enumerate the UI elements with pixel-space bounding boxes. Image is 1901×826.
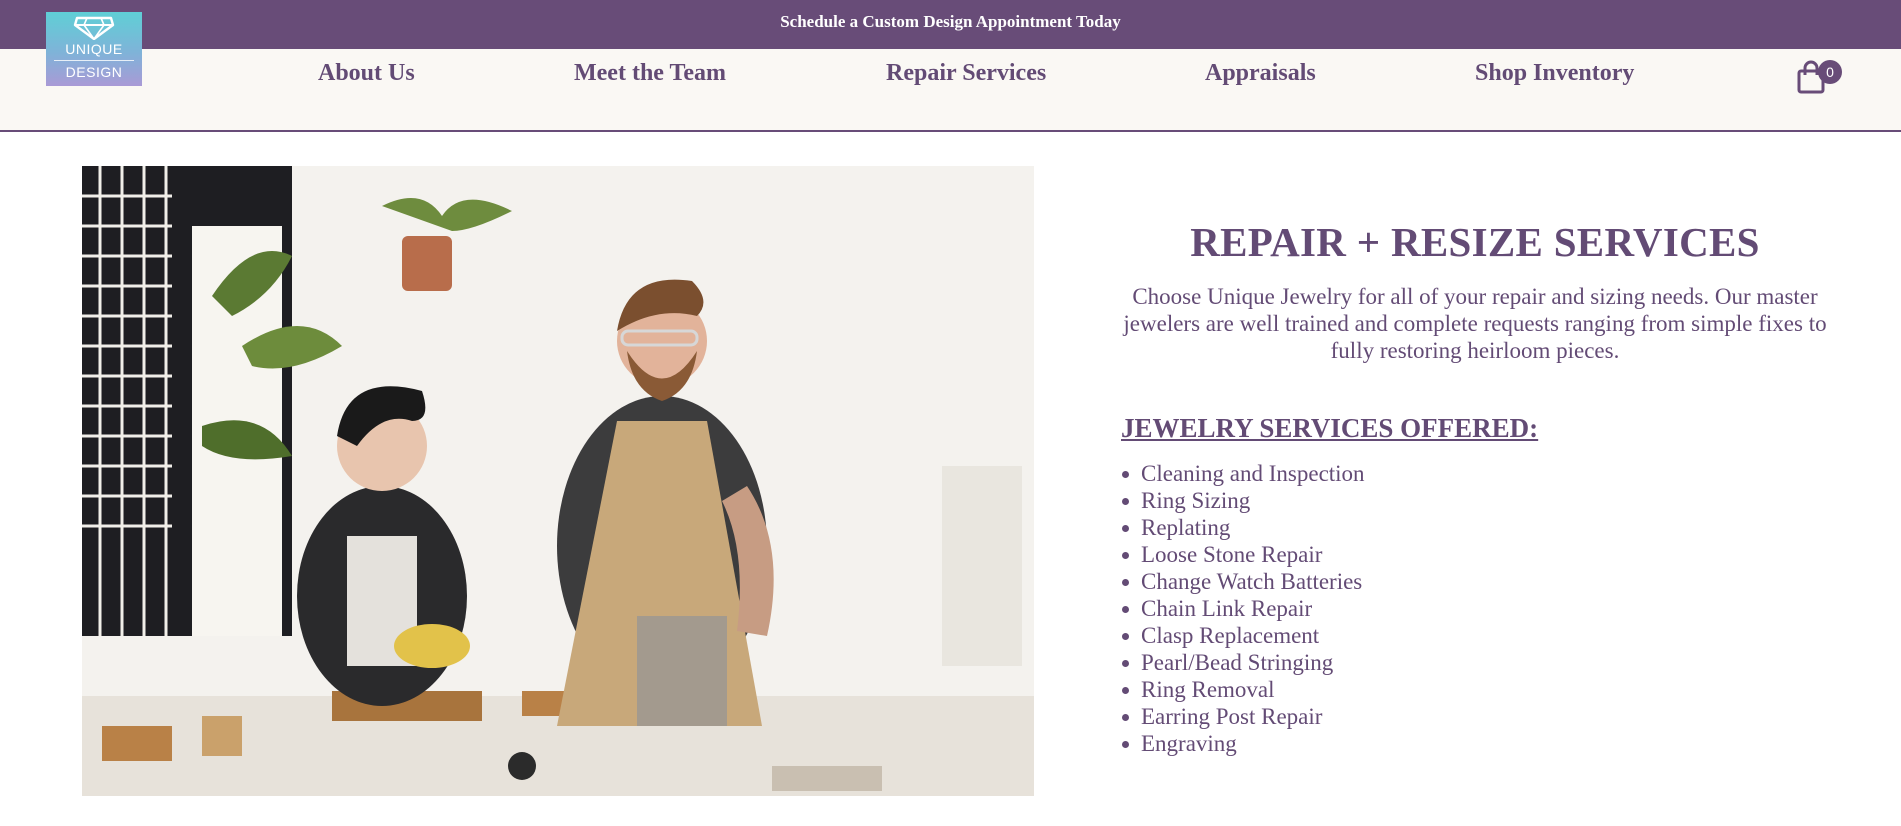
service-item: Engraving [1121,730,1365,757]
nav-shop-inventory[interactable]: Shop Inventory [1475,58,1634,88]
bullet-icon [1122,660,1129,667]
service-label: Ring Removal [1141,677,1275,702]
diamond-icon [73,16,115,40]
service-label: Clasp Replacement [1141,623,1320,648]
bullet-icon [1122,687,1129,694]
service-label: Change Watch Batteries [1141,569,1363,594]
service-item: Ring Sizing [1121,487,1365,514]
logo-text-top: UNIQUE [65,41,123,57]
bullet-icon [1122,579,1129,586]
bullet-icon [1122,606,1129,613]
bullet-icon [1122,714,1129,721]
logo-divider [54,60,134,61]
jewelers-workshop-photo [82,166,1034,796]
bullet-icon [1122,525,1129,532]
nav-repair-services[interactable]: Repair Services [886,58,1046,88]
service-label: Pearl/Bead Stringing [1141,650,1334,675]
services-list: Cleaning and Inspection Ring Sizing Repl… [1121,460,1365,757]
logo[interactable]: UNIQUE DESIGN [46,12,142,86]
service-item: Loose Stone Repair [1121,541,1365,568]
nav-about-us[interactable]: About Us [318,58,415,88]
appointment-banner-text[interactable]: Schedule a Custom Design Appointment Tod… [780,12,1121,31]
service-item: Clasp Replacement [1121,622,1365,649]
bullet-icon [1122,633,1129,640]
logo-text-bottom: DESIGN [65,64,123,80]
service-item: Replating [1121,514,1365,541]
service-item: Cleaning and Inspection [1121,460,1365,487]
workshop-illustration [82,166,1034,796]
service-label: Cleaning and Inspection [1141,461,1365,486]
bullet-icon [1122,498,1129,505]
service-label: Loose Stone Repair [1141,542,1323,567]
services-heading: JEWELRY SERVICES OFFERED: [1121,413,1539,443]
service-item: Change Watch Batteries [1121,568,1365,595]
nav-appraisals[interactable]: Appraisals [1205,58,1316,88]
bullet-icon [1122,741,1129,748]
service-label: Earring Post Repair [1141,704,1323,729]
nav-meet-the-team[interactable]: Meet the Team [574,58,726,88]
page-title: REPAIR + RESIZE SERVICES [1190,219,1760,265]
service-item: Ring Removal [1121,676,1365,703]
service-label: Ring Sizing [1141,488,1251,513]
cart-count-badge: 0 [1818,60,1842,84]
bullet-icon [1122,471,1129,478]
service-item: Earring Post Repair [1121,703,1365,730]
appointment-banner[interactable]: Schedule a Custom Design Appointment Tod… [0,0,1901,49]
intro-paragraph: Choose Unique Jewelry for all of your re… [1123,284,1827,363]
service-label: Replating [1141,515,1231,540]
service-item: Pearl/Bead Stringing [1121,649,1365,676]
service-label: Chain Link Repair [1141,596,1313,621]
bullet-icon [1122,552,1129,559]
service-item: Chain Link Repair [1121,595,1365,622]
service-label: Engraving [1141,731,1237,756]
